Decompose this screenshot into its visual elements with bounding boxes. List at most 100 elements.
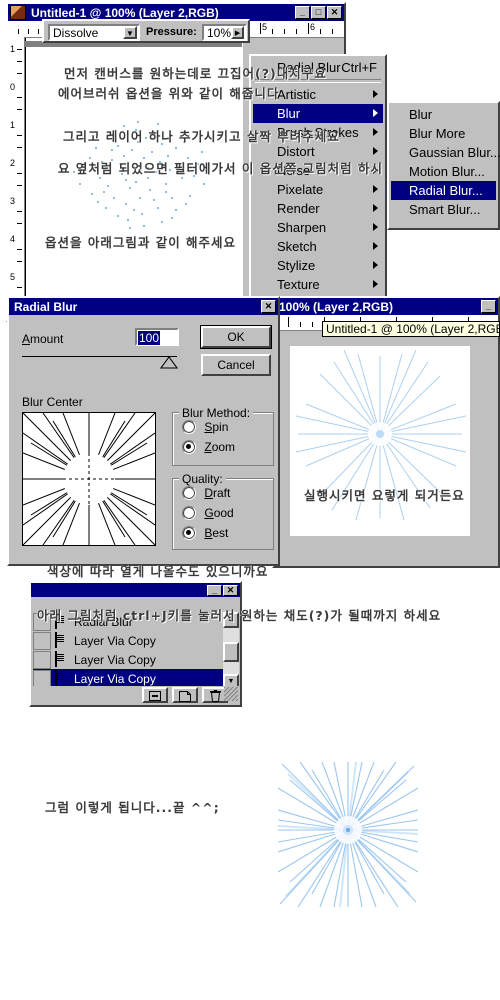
hruler-num-5: 5 [262, 22, 268, 32]
submenu-item-blur[interactable]: Blur [391, 105, 496, 124]
vruler-num-1a: 1 [10, 44, 16, 54]
spin-radio[interactable] [182, 419, 196, 434]
scroll-thumb[interactable] [223, 642, 239, 662]
new-document-icon-button[interactable] [172, 687, 198, 703]
menu-item-pixelate-label: Pixelate [277, 182, 324, 197]
history-row-label: Layer Via Copy [74, 671, 156, 686]
blur-submenu[interactable]: Blur Blur More Gaussian Blur... Motion B… [387, 101, 500, 230]
pressure-label: Pressure: [146, 26, 197, 38]
menu-item-stylize-label: Stylize [277, 258, 316, 273]
submenu-item-gaussian-blur[interactable]: Gaussian Blur... [391, 143, 500, 162]
amount-label: AAmountmount [22, 332, 64, 346]
menu-item-render[interactable]: Render [253, 199, 383, 218]
draft-radio[interactable] [182, 485, 196, 500]
vertical-ruler: 1 0 1 2 3 4 5 [8, 37, 25, 320]
amount-slider-track[interactable] [22, 356, 177, 357]
chevron-right-icon [373, 261, 378, 269]
annotation-6: 색상에 따라 열게 나올수도 있으니까요 [47, 564, 269, 579]
history-row-2[interactable]: Layer Via Copy [33, 650, 223, 669]
chevron-right-icon [373, 109, 378, 117]
vruler-num-1b: 1 [10, 120, 16, 130]
submenu-item-radial-blur-label: Radial Blur... [409, 183, 483, 198]
zoom-radio[interactable] [182, 439, 196, 454]
annotation-4: 요 옆처럼 되었으면 필터에가서 이 옵션쪽 그림처럼 하시 [58, 161, 383, 176]
history-panel-titlebar[interactable]: _ ✕ [31, 583, 240, 597]
blur-method-group: Blur Method: Spin Spin Zoom Zoom [172, 406, 274, 466]
annotation-5: 옵션을 아래그림과 같이 해주세요 [45, 235, 237, 250]
quality-option-draft[interactable]: Draft Draft [182, 485, 230, 500]
window2-tooltip: Untitled-1 @ 100% (Layer 2,RGB) [322, 321, 500, 337]
menu-item-repeat-accel: Ctrl+F [341, 60, 377, 75]
snapshot-icon-button[interactable] [142, 687, 168, 703]
dialog-close-button[interactable]: ✕ [261, 300, 276, 313]
history-visibility-box[interactable] [33, 669, 51, 688]
history-row-label: Layer Via Copy [74, 633, 156, 648]
menu-item-sharpen[interactable]: Sharpen [253, 218, 383, 237]
pressure-stepper-button[interactable]: ▶ [231, 26, 244, 39]
pressure-field[interactable]: 10% ▶ [202, 24, 247, 41]
dialog-title: Radial Blur [14, 299, 78, 314]
history-panel-toolbar[interactable] [32, 686, 239, 704]
vruler-num-4: 4 [10, 234, 16, 244]
chevron-right-icon [373, 204, 378, 212]
menu-item-blur-label: Blur [277, 106, 301, 121]
vruler-num-3: 3 [10, 196, 16, 206]
best-label: Best [204, 525, 229, 540]
history-state-icon [55, 632, 70, 648]
blur-method-option-spin[interactable]: Spin Spin [182, 419, 228, 434]
resize-grip[interactable] [224, 687, 238, 701]
history-row-1[interactable]: Layer Via Copy [33, 631, 223, 650]
ok-button[interactable]: OK [201, 326, 271, 348]
quality-option-good[interactable]: Good Good [182, 505, 234, 520]
history-visibility-box[interactable] [33, 631, 51, 650]
menu-item-blur[interactable]: Blur [253, 104, 383, 123]
menu-item-stylize[interactable]: Stylize [253, 256, 383, 275]
history-close-button[interactable]: ✕ [223, 584, 238, 596]
submenu-item-motion-blur[interactable]: Motion Blur... [391, 162, 496, 181]
menu-item-pixelate[interactable]: Pixelate [253, 180, 383, 199]
canvas-2[interactable] [290, 346, 470, 536]
cancel-button-label: Cancel [217, 358, 255, 372]
dialog-titlebar[interactable]: Radial Blur ✕ [9, 298, 278, 315]
blur-center-label: Blur Center [22, 395, 83, 409]
spin-label: Spin [204, 419, 229, 434]
history-visibility-box[interactable] [33, 650, 51, 669]
history-row-label: Layer Via Copy [74, 652, 156, 667]
window2-minimize-button[interactable]: _ [481, 300, 496, 313]
tooltip-text: Untitled-1 @ 100% (Layer 2,RGB) [326, 322, 500, 336]
radial-burst-artwork-preview [295, 349, 467, 521]
window1-close-button[interactable]: ✕ [327, 6, 342, 19]
menu-item-sketch[interactable]: Sketch [253, 237, 383, 256]
best-radio[interactable] [182, 525, 196, 540]
submenu-item-blur-more[interactable]: Blur More [391, 124, 496, 143]
history-panel[interactable]: _ ✕ Radial Blur Layer Via Copy Layer Via… [29, 581, 242, 707]
cancel-button[interactable]: Cancel [201, 354, 271, 376]
window1-maximize-button[interactable]: □ [311, 6, 326, 19]
blend-mode-dropdown[interactable]: Dissolve ▼ [48, 24, 140, 41]
menu-item-render-label: Render [277, 201, 320, 216]
window1-minimize-button[interactable]: _ [295, 6, 310, 19]
quality-legend: Quality: [179, 472, 226, 486]
submenu-item-smart-blur-label: Smart Blur... [409, 202, 481, 217]
photoshop-document-icon [10, 5, 26, 20]
annotation-9: 그럼 이렇게 됩니다...끝 ^^; [45, 800, 220, 815]
submenu-item-radial-blur[interactable]: Radial Blur... [391, 181, 496, 200]
blur-method-option-zoom[interactable]: Zoom Zoom [182, 439, 235, 454]
blur-center-preview[interactable] [22, 412, 156, 546]
submenu-item-smart-blur[interactable]: Smart Blur... [391, 200, 496, 219]
good-radio[interactable] [182, 505, 196, 520]
window2-titlebar[interactable]: 100% (Layer 2,RGB) _ [274, 298, 498, 315]
blend-mode-chevron-icon[interactable]: ▼ [123, 26, 137, 39]
history-minimize-button[interactable]: _ [207, 584, 222, 596]
amount-input[interactable]: 100 [135, 328, 179, 346]
menu-item-texture[interactable]: Texture [253, 275, 383, 294]
amount-slider-thumb[interactable] [160, 357, 178, 369]
quality-option-best[interactable]: Best Best [182, 525, 228, 540]
annotation-8: 아래 그림처럼 ctrl+J키를 눌러서 원하는 채도(?)가 될때까지 하세요 [37, 608, 442, 623]
chevron-right-icon [373, 128, 378, 136]
window1-title: Untitled-1 @ 100% (Layer 2,RGB) [31, 5, 219, 20]
menu-item-sketch-label: Sketch [277, 239, 317, 254]
airbrush-options-bar[interactable]: Dissolve ▼ Pressure: 10% ▶ [42, 19, 250, 43]
radial-blur-dialog[interactable]: Radial Blur ✕ AAmountmount 100 OK Cancel… [7, 296, 280, 566]
vruler-num-2: 2 [10, 158, 16, 168]
